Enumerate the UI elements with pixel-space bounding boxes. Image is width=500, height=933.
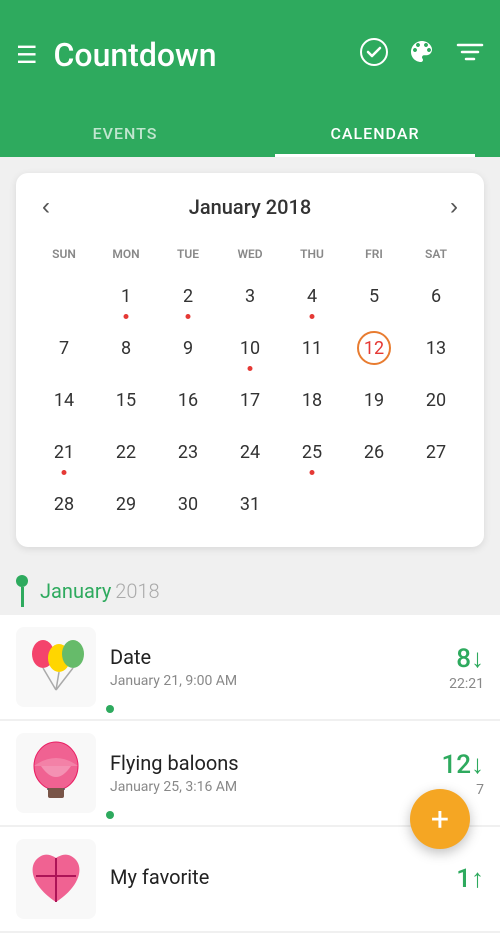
event-info: Flying baloons January 25, 3:16 AM [110,751,424,795]
calendar-day[interactable]: 25 [282,427,342,477]
weekday-header: SUN [34,243,94,269]
calendar-day[interactable]: 9 [158,323,218,373]
check-icon[interactable] [360,38,388,72]
tab-bar: EVENTS CALENDAR [0,110,500,157]
section-label: January 2018 [0,563,500,615]
event-date: January 21, 9:00 AM [110,673,424,689]
calendar-day [406,479,466,529]
tab-calendar[interactable]: CALENDAR [250,110,500,157]
calendar-day[interactable]: 3 [220,271,280,321]
app-header: ☰ Countdown [0,0,500,110]
calendar-day[interactable]: 1 [96,271,156,321]
calendar-title: January 2018 [189,195,311,219]
calendar-day[interactable]: 23 [158,427,218,477]
weekday-header: SAT [406,243,466,269]
calendar-day[interactable]: 20 [406,375,466,425]
calendar-day[interactable]: 14 [34,375,94,425]
calendar-day[interactable]: 22 [96,427,156,477]
section-month: January 2018 [40,579,160,603]
app-title: Countdown [54,36,360,74]
calendar-day[interactable]: 31 [220,479,280,529]
calendar-day [282,479,342,529]
calendar-day[interactable]: 13 [406,323,466,373]
event-days-count: 8↓ [424,643,484,674]
calendar-day[interactable]: 24 [220,427,280,477]
event-days-count: 12↓ [424,749,484,780]
calendar-header: ‹ January 2018 › [32,189,468,225]
calendar-day[interactable]: 6 [406,271,466,321]
menu-icon[interactable]: ☰ [16,41,38,69]
calendar-day[interactable]: 11 [282,323,342,373]
weekday-header: FRI [344,243,404,269]
calendar-day[interactable]: 4 [282,271,342,321]
calendar-day[interactable]: 5 [344,271,404,321]
prev-month-button[interactable]: ‹ [32,189,60,225]
calendar-day [344,479,404,529]
calendar-day[interactable]: 2 [158,271,218,321]
calendar-day [34,271,94,321]
event-indicator-dot [106,811,114,819]
sort-icon[interactable] [456,41,484,69]
event-name: My favorite [110,865,424,889]
event-list-item[interactable]: Date January 21, 9:00 AM8↓ 22:21 [0,615,500,719]
calendar-day[interactable]: 26 [344,427,404,477]
event-list: Date January 21, 9:00 AM8↓ 22:21 Flying ba… [0,615,500,931]
calendar-day[interactable]: 19 [344,375,404,425]
next-month-button[interactable]: › [440,189,468,225]
palette-icon[interactable] [408,38,436,72]
calendar-day[interactable]: 18 [282,375,342,425]
weekday-header: MON [96,243,156,269]
calendar-day[interactable]: 29 [96,479,156,529]
calendar-day[interactable]: 15 [96,375,156,425]
event-thumbnail [16,627,96,707]
event-thumbnail [16,733,96,813]
event-date: January 25, 3:16 AM [110,779,424,795]
calendar-day[interactable]: 8 [96,323,156,373]
calendar-day[interactable]: 12 [344,323,404,373]
event-name: Date [110,645,424,669]
calendar-grid: SUNMONTUEWEDTHUFRISAT 123456789101112131… [32,241,468,531]
event-info: Date January 21, 9:00 AM [110,645,424,689]
tab-events[interactable]: EVENTS [0,110,250,157]
event-time: 22:21 [424,676,484,692]
calendar-day[interactable]: 28 [34,479,94,529]
event-name: Flying baloons [110,751,424,775]
calendar-day[interactable]: 7 [34,323,94,373]
calendar-day[interactable]: 10 [220,323,280,373]
calendar-card: ‹ January 2018 › SUNMONTUEWEDTHUFRISAT 1… [16,173,484,547]
calendar-day[interactable]: 21 [34,427,94,477]
weekday-header: TUE [158,243,218,269]
event-indicator-dot [106,705,114,713]
weekday-header: THU [282,243,342,269]
event-thumbnail [16,839,96,919]
calendar-day[interactable]: 16 [158,375,218,425]
calendar-day[interactable]: 30 [158,479,218,529]
calendar-day[interactable]: 17 [220,375,280,425]
header-actions [360,38,484,72]
event-countdown: 8↓ 22:21 [424,643,484,692]
event-countdown: 1↑ [424,863,484,896]
add-event-button[interactable]: + [410,789,470,849]
timeline-indicator [16,575,28,607]
weekday-header: WED [220,243,280,269]
calendar-day[interactable]: 27 [406,427,466,477]
